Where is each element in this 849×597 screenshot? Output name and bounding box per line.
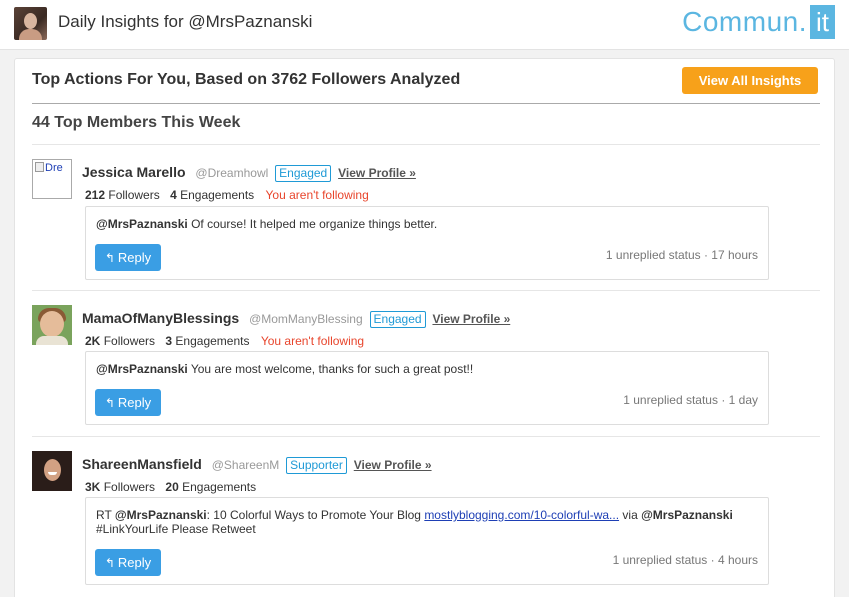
message-via: via: [619, 508, 642, 522]
message-text: RT @MrsPaznanski: 10 Colorful Ways to Pr…: [96, 508, 756, 536]
supporter-badge: Supporter: [286, 457, 347, 474]
unreplied-status: 1 unreplied status · 1 day: [623, 393, 758, 407]
message-mention-2[interactable]: @MrsPaznanski: [641, 508, 733, 522]
message-body: Of course! It helped me organize things …: [187, 217, 438, 231]
top-header: Daily Insights for @MrsPaznanski Commun.…: [0, 0, 849, 50]
view-profile-link[interactable]: View Profile »: [432, 312, 510, 326]
engagements-label: Engagements: [182, 480, 257, 494]
followers-label: Followers: [108, 188, 160, 202]
member-handle[interactable]: @ShareenM: [212, 458, 280, 472]
member-stats: 212 Followers 4 Engagements You aren't f…: [85, 188, 369, 202]
followers-count: 212: [85, 188, 106, 202]
followers-count: 3K: [85, 480, 101, 494]
message-text: @MrsPaznanski You are most welcome, than…: [96, 362, 756, 376]
avatar-body-shape: [19, 29, 42, 40]
member-handle[interactable]: @MomManyBlessing: [249, 312, 363, 326]
engagements-count: 20: [165, 480, 179, 494]
message-hashtag: #LinkYourLife Please Retweet: [96, 522, 256, 536]
logo-word: Commun.: [682, 6, 807, 37]
member-stats: 2K Followers 3 Engagements You aren't fo…: [85, 334, 364, 348]
message-box: RT @MrsPaznanski: 10 Colorful Ways to Pr…: [85, 497, 769, 585]
message-box: @MrsPaznanski You are most welcome, than…: [85, 351, 769, 425]
message-text: @MrsPaznanski Of course! It helped me or…: [96, 217, 756, 231]
broken-image-icon: [35, 162, 44, 172]
member-handle[interactable]: @Dreamhowl: [195, 166, 268, 180]
avatar-alt-text: Dre: [45, 162, 63, 174]
reply-label: Reply: [117, 555, 152, 570]
reply-arrow-icon: ↰: [104, 556, 115, 570]
member-name-line: ShareenMansfield @ShareenM Supporter Vie…: [82, 456, 432, 474]
top-actions-title: Top Actions For You, Based on 3762 Follo…: [32, 71, 461, 88]
member-stats: 3K Followers 20 Engagements: [85, 480, 256, 494]
unreplied-status: 1 unreplied status · 17 hours: [605, 248, 758, 262]
avatar-face-shape: [40, 311, 64, 337]
reply-button[interactable]: ↰ Reply: [95, 549, 161, 576]
message-rt-prefix: RT: [96, 508, 115, 522]
not-following-status: You aren't following: [260, 334, 365, 348]
not-following-status: You aren't following: [265, 188, 369, 202]
view-profile-link[interactable]: View Profile »: [354, 458, 432, 472]
message-body: You are most welcome, thanks for such a …: [187, 362, 474, 376]
message-mention[interactable]: @MrsPaznanski: [96, 217, 188, 231]
member-name[interactable]: MamaOfManyBlessings: [82, 310, 239, 326]
message-mention[interactable]: @MrsPaznanski: [115, 508, 207, 522]
message-link[interactable]: mostlyblogging.com/10-colorful-wa...: [424, 508, 619, 522]
member-name[interactable]: ShareenMansfield: [82, 456, 202, 472]
avatar-face-shape: [24, 13, 37, 29]
engagements-label: Engagements: [180, 188, 255, 202]
engaged-badge: Engaged: [369, 311, 426, 328]
message-body: : 10 Colorful Ways to Promote Your Blog: [206, 508, 425, 522]
reply-label: Reply: [117, 395, 152, 410]
logo-it-box: it: [810, 5, 835, 39]
avatar-face-shape: [44, 459, 61, 481]
unreplied-status: 1 unreplied status · 4 hours: [612, 553, 758, 567]
member-name[interactable]: Jessica Marello: [82, 164, 186, 180]
member-item: ShareenMansfield @ShareenM Supporter Vie…: [32, 436, 820, 597]
member-avatar[interactable]: Dre: [32, 159, 72, 199]
message-mention[interactable]: @MrsPaznanski: [96, 362, 188, 376]
followers-label: Followers: [103, 480, 156, 494]
reply-button[interactable]: ↰ Reply: [95, 244, 161, 271]
reply-label: Reply: [117, 250, 152, 265]
title-divider: [32, 103, 820, 104]
message-box: @MrsPaznanski Of course! It helped me or…: [85, 206, 769, 280]
reply-arrow-icon: ↰: [104, 396, 115, 410]
member-name-line: MamaOfManyBlessings @MomManyBlessing Eng…: [82, 310, 510, 328]
avatar-shirt-shape: [36, 336, 68, 345]
member-avatar[interactable]: [32, 305, 72, 345]
reply-arrow-icon: ↰: [104, 251, 115, 265]
engaged-badge: Engaged: [275, 165, 332, 182]
member-name-line: Jessica Marello @Dreamhowl Engaged View …: [82, 164, 416, 182]
communit-logo[interactable]: Commun. it: [682, 5, 835, 39]
engagements-count: 3: [165, 334, 173, 348]
member-item: Dre Jessica Marello @Dreamhowl Engaged V…: [32, 144, 820, 290]
engagements-label: Engagements: [175, 334, 250, 348]
user-avatar[interactable]: [14, 7, 47, 40]
member-avatar[interactable]: [32, 451, 72, 491]
engagements-count: 4: [170, 188, 177, 202]
followers-label: Followers: [103, 334, 156, 348]
page-title: Daily Insights for @MrsPaznanski: [58, 12, 313, 31]
reply-button[interactable]: ↰ Reply: [95, 389, 161, 416]
insights-card: Top Actions For You, Based on 3762 Follo…: [14, 58, 835, 597]
view-profile-link[interactable]: View Profile »: [338, 166, 416, 180]
followers-count: 2K: [85, 334, 101, 348]
top-members-heading: 44 Top Members This Week: [32, 114, 241, 131]
member-item: MamaOfManyBlessings @MomManyBlessing Eng…: [32, 290, 820, 436]
view-all-insights-button[interactable]: View All Insights: [682, 67, 818, 94]
